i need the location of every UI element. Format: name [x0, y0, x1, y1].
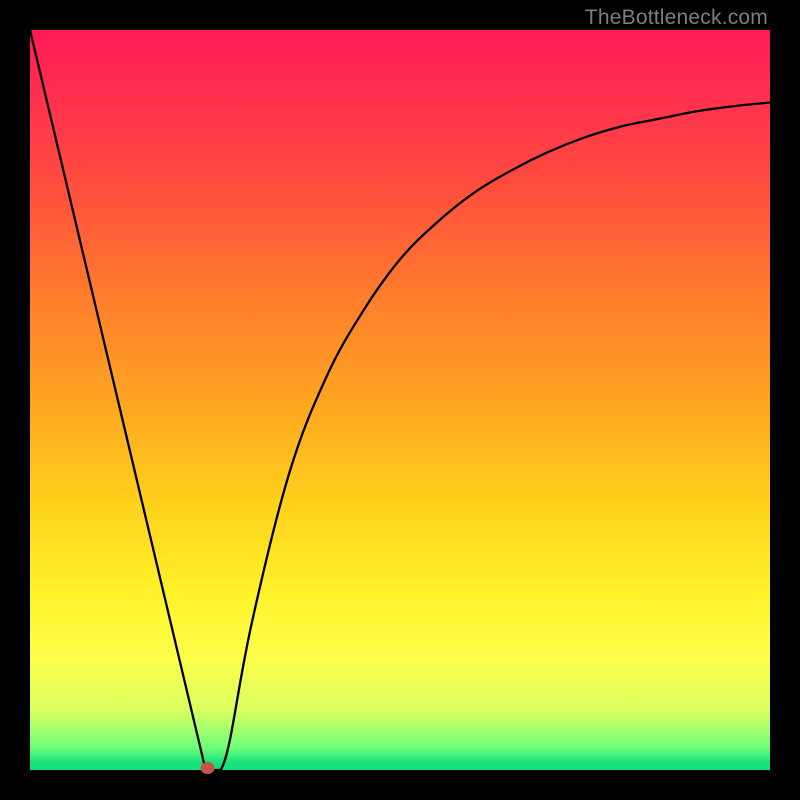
curve-svg [30, 30, 770, 770]
optimal-marker [201, 762, 215, 774]
chart-frame: TheBottleneck.com [0, 0, 800, 800]
bottleneck-curve [30, 30, 770, 770]
watermark-text: TheBottleneck.com [585, 6, 768, 30]
plot-area [30, 30, 770, 770]
